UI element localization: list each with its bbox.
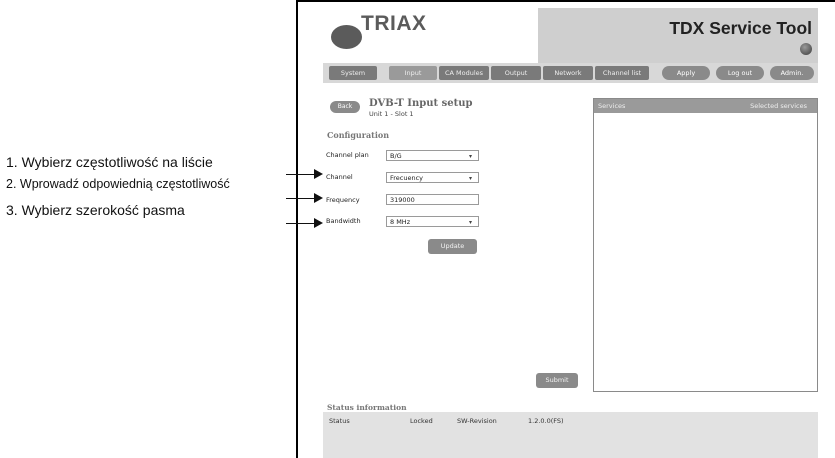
sw-revision-label: SW-Revision (457, 417, 497, 425)
tab-input[interactable]: Input (389, 66, 437, 80)
logout-button[interactable]: Log out (716, 66, 764, 80)
bandwidth-label: Bandwidth (326, 217, 361, 225)
update-button[interactable]: Update (428, 239, 477, 254)
tab-channel-list[interactable]: Channel list (595, 66, 649, 80)
back-button[interactable]: Back (330, 101, 360, 113)
tab-network[interactable]: Network (543, 66, 593, 80)
services-column-header: Services (598, 102, 626, 110)
channel-plan-label: Channel plan (326, 151, 369, 159)
annotation-step-3: 3. Wybierz szerokość pasma (6, 202, 185, 218)
logo-text: TRIAX (361, 12, 427, 35)
submit-button[interactable]: Submit (536, 373, 578, 388)
status-information-title: Status information (327, 403, 407, 412)
tab-ca-modules[interactable]: CA Modules (439, 66, 489, 80)
chevron-down-icon: ▾ (468, 219, 472, 226)
channel-value: Frecuency (390, 174, 424, 182)
app-title: TDX Service Tool (669, 18, 812, 38)
logo-dot-icon (331, 25, 362, 49)
sw-revision-value: 1.2.0.0(FS) (528, 417, 564, 425)
annotation-step-2: 2. Wprowadź odpowiednią częstotliwość (6, 177, 230, 191)
tab-system[interactable]: System (329, 66, 377, 80)
channel-label: Channel (326, 173, 353, 181)
arrow-step-3-icon (286, 218, 323, 228)
window-top-border (296, 0, 835, 2)
tab-output[interactable]: Output (491, 66, 541, 80)
bandwidth-value: 8 MHz (390, 218, 411, 226)
selected-services-column-header: Selected services (750, 102, 807, 110)
annotation-step-1: 1. Wybierz częstotliwość na liście (6, 154, 213, 170)
section-title-configuration: Configuration (327, 130, 390, 140)
chevron-down-icon: ▾ (468, 153, 472, 160)
arrow-step-2-icon (286, 193, 323, 203)
status-label: Status (329, 417, 350, 425)
frequency-input[interactable]: 319000 (386, 194, 479, 205)
frequency-label: Frequency (326, 196, 360, 204)
channel-plan-value: B/G (390, 152, 402, 160)
admin-button[interactable]: Admin. (770, 66, 814, 80)
status-value: Locked (410, 417, 433, 425)
services-panel[interactable]: Services Selected services (593, 98, 818, 392)
arrow-step-1-icon (286, 169, 323, 179)
header-bar: TDX Service Tool (538, 8, 818, 63)
channel-plan-select[interactable]: B/G ▾ (386, 150, 479, 161)
bandwidth-select[interactable]: 8 MHz ▾ (386, 216, 479, 227)
triax-logo: TRIAX (323, 8, 538, 63)
window-border (296, 0, 298, 458)
status-lamp-icon (800, 43, 812, 55)
nav-bar: System Input CA Modules Output Network C… (323, 63, 818, 83)
page-title: DVB-T Input setup (369, 98, 473, 109)
page-subtitle: Unit 1 - Slot 1 (369, 110, 414, 118)
apply-button[interactable]: Apply (662, 66, 710, 80)
chevron-down-icon: ▾ (468, 175, 472, 182)
channel-select[interactable]: Frecuency ▾ (386, 172, 479, 183)
services-header: Services Selected services (594, 99, 817, 113)
status-panel: Status Locked SW-Revision 1.2.0.0(FS) (323, 412, 818, 458)
